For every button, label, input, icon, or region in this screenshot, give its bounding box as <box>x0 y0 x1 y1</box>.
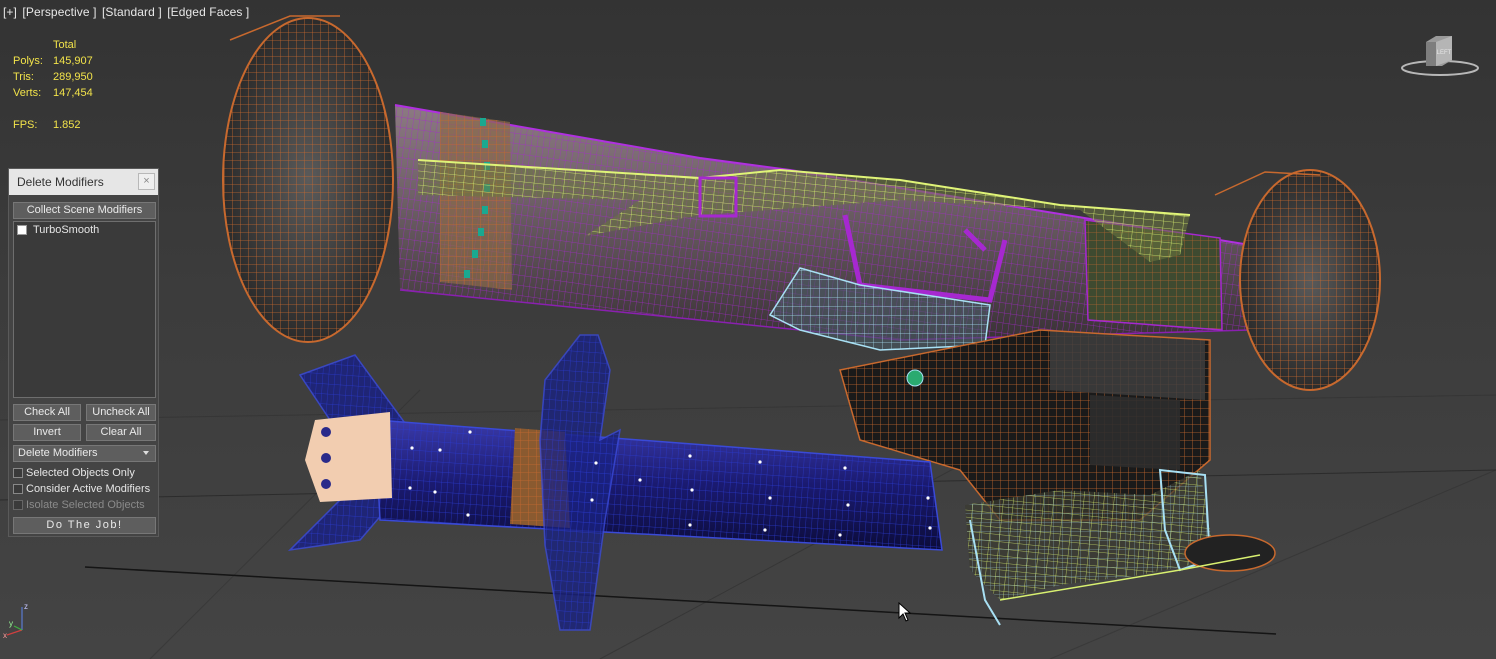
consider-active-modifiers-checkbox[interactable] <box>13 484 23 494</box>
view-cube-face-label: LEFT <box>1437 50 1452 56</box>
turbosmooth-checkbox[interactable] <box>17 225 27 235</box>
front-end-cap <box>1214 169 1381 391</box>
dialog-title-bar[interactable]: Delete Modifiers × <box>9 169 158 195</box>
selected-objects-only-label: Selected Objects Only <box>26 467 135 479</box>
clear-all-button[interactable]: Clear All <box>86 424 156 441</box>
stats-verts-value: 147,454 <box>53 87 93 99</box>
stats-polys-label: Polys: <box>13 55 43 67</box>
chevron-down-icon <box>143 451 149 455</box>
consider-active-modifiers-label: Consider Active Modifiers <box>26 483 151 495</box>
stats-fps-value: 1.852 <box>53 119 81 131</box>
axis-z-label: z <box>24 602 28 611</box>
close-button[interactable]: × <box>138 173 155 190</box>
isolate-selected-objects-label: Isolate Selected Objects <box>26 499 145 511</box>
viewport-display-edged-faces[interactable]: [Edged Faces ] <box>167 5 249 19</box>
modifiers-list[interactable]: TurboSmooth <box>13 221 156 398</box>
check-all-button[interactable]: Check All <box>13 404 81 421</box>
view-cube-icon[interactable]: LEFT <box>1400 34 1480 80</box>
stats-verts-label: Verts: <box>13 87 42 99</box>
delete-modifiers-dialog[interactable]: Delete Modifiers × Collect Scene Modifie… <box>8 168 159 537</box>
stats-tris-label: Tris: <box>13 71 34 83</box>
axis-y-label: y <box>9 619 13 628</box>
viewport-view-mode[interactable]: [Perspective ] <box>22 5 96 19</box>
list-item-label: TurboSmooth <box>33 224 100 236</box>
rear-end-cap <box>222 15 394 343</box>
scene-render[interactable] <box>0 0 1496 659</box>
viewport-statistics: Total Polys: 145,907 Tris: 289,950 Verts: 1… <box>13 37 113 133</box>
isolate-selected-objects-checkbox <box>13 500 23 510</box>
invert-button[interactable]: Invert <box>13 424 81 441</box>
3d-viewport[interactable]: [+] [Perspective ] [Standard ] [Edged Fa… <box>0 0 1496 659</box>
stats-polys-value: 145,907 <box>53 55 93 67</box>
viewport-label[interactable]: [+] [Perspective ] [Standard ] [Edged Fa… <box>3 5 251 19</box>
viewport-menu-plus[interactable]: [+] <box>3 5 17 19</box>
dialog-title: Delete Modifiers <box>17 175 104 189</box>
isolate-selected-objects-option: Isolate Selected Objects <box>13 499 145 511</box>
stats-tris-value: 289,950 <box>53 71 93 83</box>
collect-scene-modifiers-button[interactable]: Collect Scene Modifiers <box>13 202 156 219</box>
mode-dropdown[interactable]: Delete Modifiers <box>13 445 156 462</box>
list-item[interactable]: TurboSmooth <box>17 224 99 236</box>
do-the-job-button[interactable]: Do The Job! <box>13 517 156 534</box>
mode-dropdown-value: Delete Modifiers <box>18 447 98 459</box>
stats-header: Total <box>53 39 77 51</box>
axis-x-label: x <box>3 631 7 640</box>
selected-objects-only-checkbox[interactable] <box>13 468 23 478</box>
uncheck-all-button[interactable]: Uncheck All <box>86 404 156 421</box>
viewport-shading-standard[interactable]: [Standard ] <box>102 5 162 19</box>
stats-fps-label: FPS: <box>13 119 38 131</box>
axis-tripod-icon: z x y <box>2 600 42 640</box>
selected-objects-only-option[interactable]: Selected Objects Only <box>13 467 135 479</box>
mouse-cursor-icon <box>898 601 912 626</box>
consider-active-modifiers-option[interactable]: Consider Active Modifiers <box>13 483 150 495</box>
